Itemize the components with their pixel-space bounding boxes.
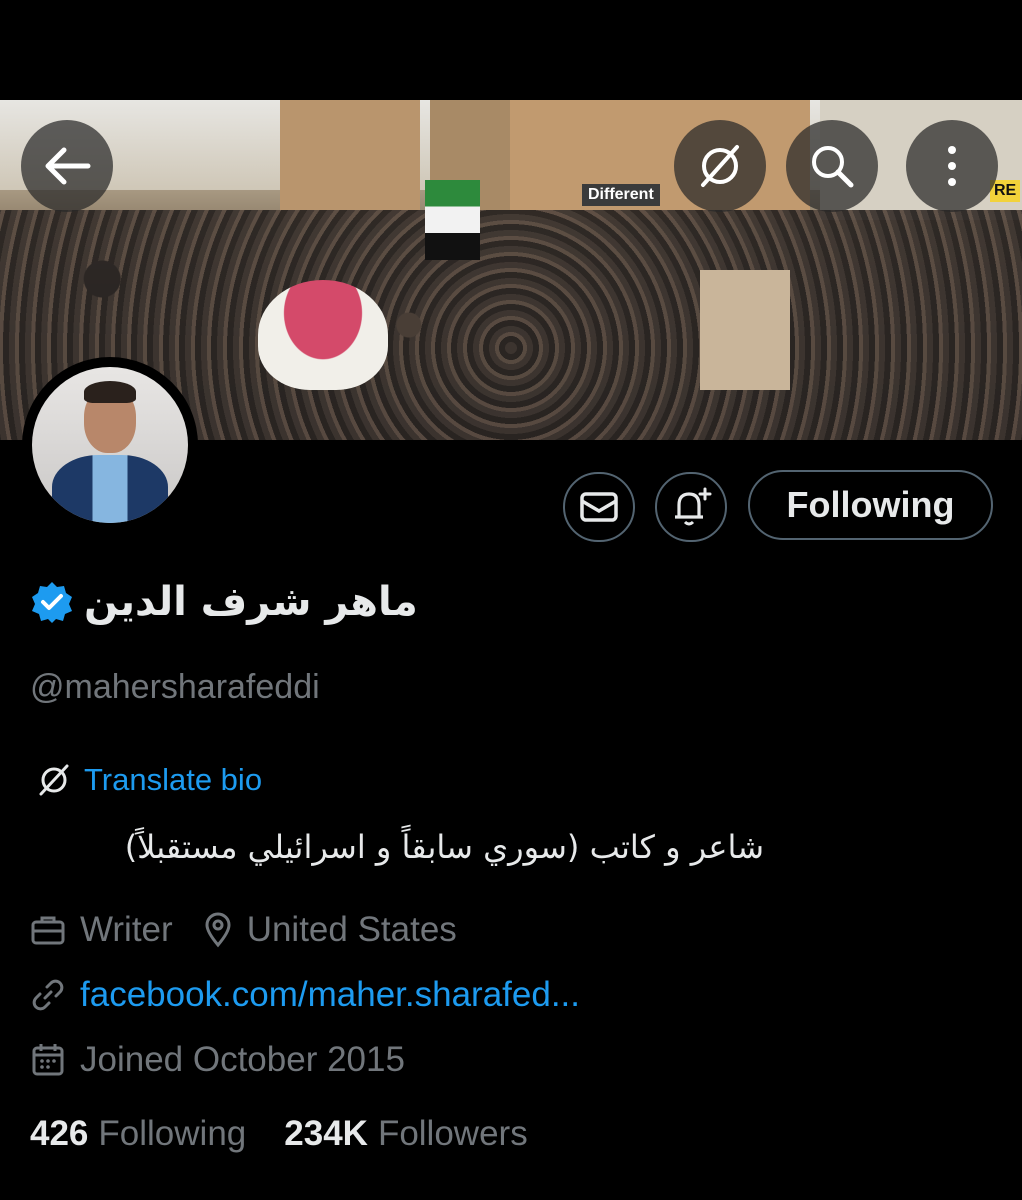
notifications-button[interactable] <box>655 472 727 542</box>
search-button[interactable] <box>786 120 878 212</box>
profile-bio: شاعر و كاتب (سوري سابقاً و اسرائيلي مستق… <box>124 828 764 866</box>
display-name: ماهر شرف الدين <box>84 579 418 625</box>
user-handle: @mahersharafeddi <box>30 668 320 706</box>
translate-icon <box>39 764 69 796</box>
translate-icon <box>701 145 739 187</box>
search-icon <box>812 146 854 188</box>
link-icon <box>32 979 64 1011</box>
occupation-text: Writer <box>80 910 173 949</box>
back-button[interactable] <box>21 120 113 212</box>
briefcase-icon <box>31 916 65 945</box>
translate-bio-label: Translate bio <box>84 762 263 797</box>
display-name-row: ماهر شرف الدين <box>30 572 418 632</box>
banner-cap <box>258 280 388 390</box>
following-stat[interactable]: 426 Following <box>30 1114 246 1154</box>
joined-date: Joined October 2015 <box>80 1040 405 1079</box>
avatar-photo <box>32 367 188 523</box>
profile-link[interactable]: facebook.com/maher.sharafed... <box>80 975 580 1015</box>
bell-plus-icon <box>675 487 712 526</box>
avatar-hair <box>84 381 136 403</box>
more-vertical-icon <box>948 146 956 186</box>
translate-button[interactable] <box>674 120 766 212</box>
followers-stat[interactable]: 234K Followers <box>284 1114 527 1154</box>
profile-meta-row: Writer United States <box>30 910 457 950</box>
profile-link-row[interactable]: facebook.com/maher.sharafed... <box>30 975 580 1015</box>
banner-flag <box>425 180 480 260</box>
more-button[interactable] <box>906 120 998 212</box>
verified-badge-icon <box>32 582 72 623</box>
location-pin-icon <box>205 912 231 948</box>
mail-icon <box>580 492 618 522</box>
following-count: 426 <box>30 1114 89 1153</box>
arrow-left-icon <box>45 147 91 185</box>
location-text: United States <box>246 910 457 949</box>
joined-row: Joined October 2015 <box>30 1040 405 1080</box>
following-label: Following <box>98 1114 247 1153</box>
banner-shop-sign: Different <box>582 184 660 206</box>
profile-avatar[interactable] <box>22 357 198 533</box>
profile-stats: 426 Following 234K Followers <box>30 1114 528 1154</box>
message-button[interactable] <box>563 472 635 542</box>
following-button[interactable]: Following <box>748 470 993 540</box>
banner-placard <box>700 270 790 390</box>
followers-label: Followers <box>377 1114 528 1153</box>
translate-bio-link[interactable]: Translate bio <box>36 762 262 798</box>
calendar-icon <box>32 1044 64 1076</box>
banner-building <box>280 100 420 220</box>
avatar-body <box>52 455 168 523</box>
followers-count: 234K <box>284 1114 368 1153</box>
